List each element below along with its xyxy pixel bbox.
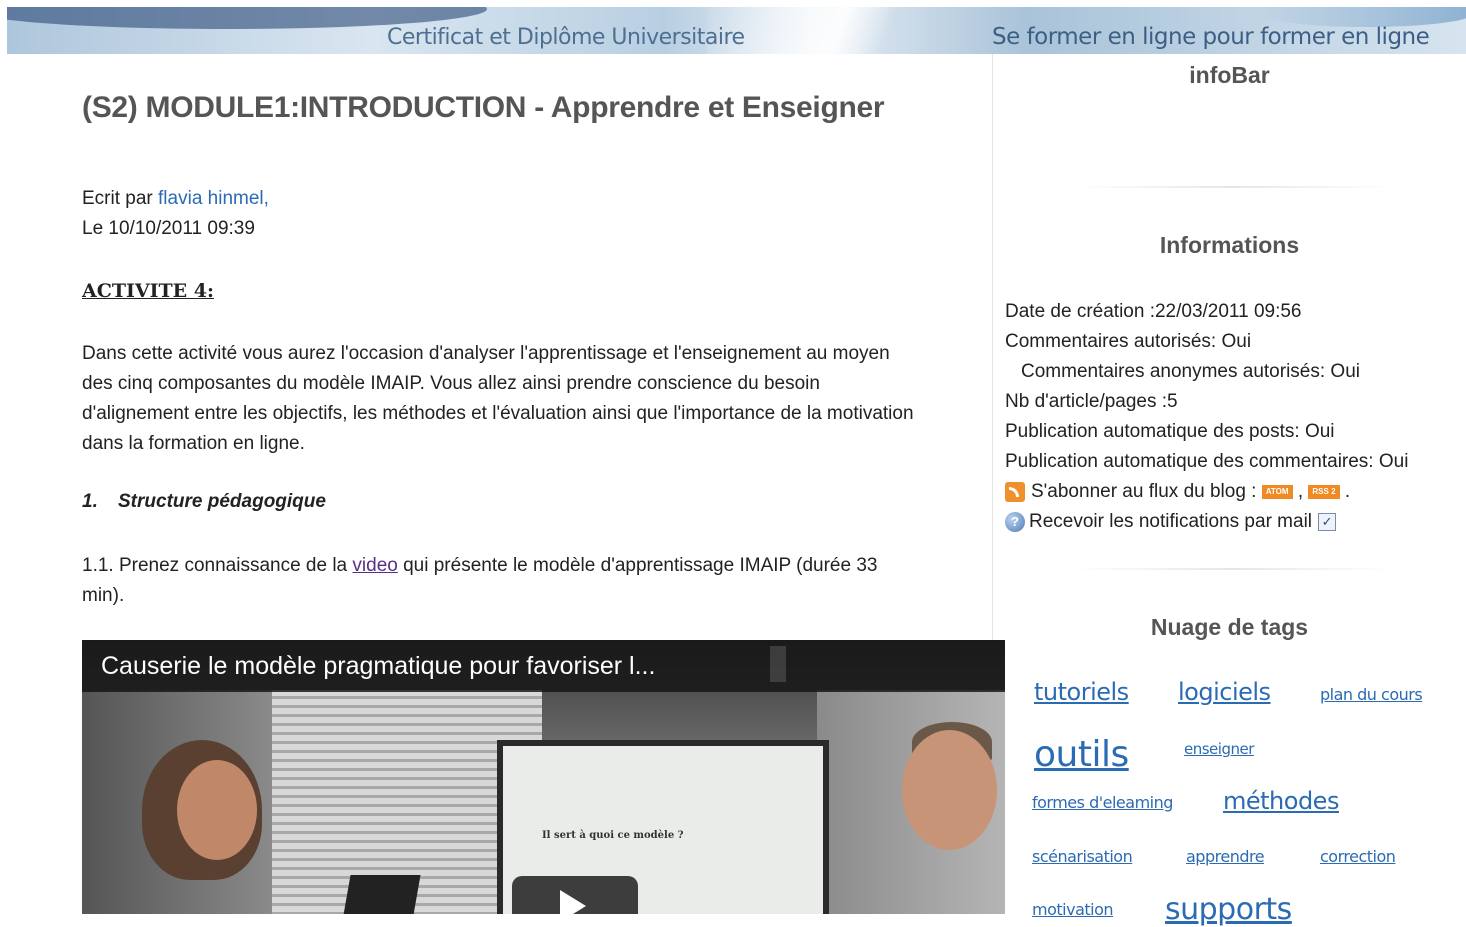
tag-link[interactable]: supports: [1165, 892, 1292, 927]
post-title: (S2) MODULE1:INTRODUCTION - Apprendre et…: [82, 91, 885, 124]
video-title[interactable]: Causerie le modèle pragmatique pour favo…: [101, 652, 655, 681]
banner-left-title: Certificat et Diplôme Universitaire: [387, 25, 745, 50]
tag-link[interactable]: plan du cours: [1320, 685, 1423, 704]
author-prefix: Ecrit par: [82, 188, 153, 209]
tag-link[interactable]: tutoriels: [1034, 678, 1129, 706]
section-number: 1.: [82, 491, 98, 512]
tag-link[interactable]: logiciels: [1178, 678, 1271, 706]
instruction-paragraph: 1.1. Prenez connaissance de la video qui…: [82, 551, 882, 611]
embedded-video[interactable]: Il sert à quoi ce modèle ? Causerie le m…: [82, 640, 1005, 914]
video-link[interactable]: video: [352, 555, 397, 576]
video-screen-text: Il sert à quoi ce modèle ?: [542, 830, 684, 841]
header-banner: Certificat et Diplôme Universitaire Se f…: [7, 7, 1466, 54]
banner-right-title: Se former en ligne pour former en ligne: [992, 24, 1430, 50]
author-suffix: ,: [263, 188, 269, 209]
tag-link[interactable]: apprendre: [1186, 847, 1265, 866]
tag-link[interactable]: formes d'eleaming: [1032, 793, 1173, 812]
activity-heading: ACTIVITE 4:: [82, 280, 214, 302]
instruction-before: 1.1. Prenez connaissance de la: [82, 555, 353, 576]
video-person-left-face: [177, 760, 257, 860]
tag-cloud: tutoriels logiciels plan du cours outils…: [993, 54, 1466, 927]
video-frame-decoration: [770, 646, 786, 682]
tag-link[interactable]: outils: [1034, 734, 1129, 775]
video-scene-laptop: [343, 875, 421, 914]
tag-link[interactable]: motivation: [1032, 900, 1114, 919]
post-date: Le 10/10/2011 09:39: [82, 218, 255, 239]
section-heading: 1. Structure pédagogique: [82, 491, 326, 513]
author-line: Ecrit par flavia hinmel,: [82, 184, 269, 214]
tag-link[interactable]: scénarisation: [1032, 847, 1133, 866]
sidebar: infoBar Informations Date de création :2…: [993, 54, 1466, 927]
activity-paragraph: Dans cette activité vous aurez l'occasio…: [82, 343, 914, 454]
tag-link[interactable]: méthodes: [1223, 787, 1339, 815]
section-title: Structure pédagogique: [118, 491, 326, 512]
banner-shine-decoration: [707, 7, 1007, 54]
post-meta: Ecrit par flavia hinmel, Le 10/10/2011 0…: [82, 184, 269, 244]
play-icon[interactable]: [560, 890, 586, 914]
tag-link[interactable]: correction: [1320, 847, 1396, 866]
tag-link[interactable]: enseigner: [1184, 740, 1254, 758]
author-link[interactable]: flavia hinmel: [158, 188, 264, 209]
video-person-right: [902, 730, 997, 850]
